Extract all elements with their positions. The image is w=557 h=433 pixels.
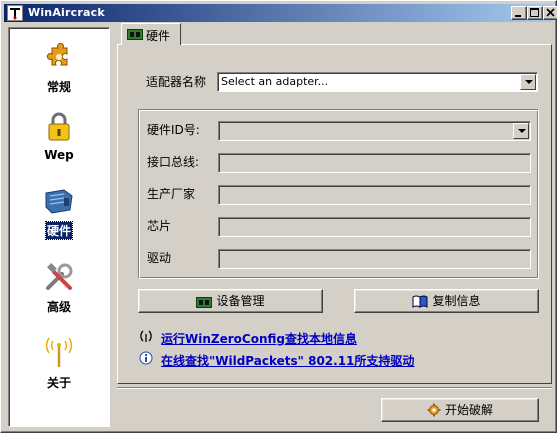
title-bar[interactable]: WinAircrack bbox=[4, 4, 557, 22]
sidebar-item-label: 常规 bbox=[46, 80, 71, 94]
main-window: WinAircrack 常规 Wep 硬件 高级 关于 硬件 适配器名称 Sel… bbox=[0, 0, 557, 433]
sidebar-item-label: 关于 bbox=[46, 376, 71, 390]
book-icon bbox=[412, 295, 428, 308]
chevron-down-icon[interactable] bbox=[513, 123, 529, 139]
board-icon bbox=[127, 29, 143, 40]
tab-hardware[interactable]: 硬件 bbox=[121, 23, 181, 45]
sidebar-item-general[interactable]: 常规 bbox=[9, 40, 109, 95]
adapter-select[interactable]: Select an adapter... bbox=[217, 72, 538, 92]
start-crack-button[interactable]: 开始破解 bbox=[381, 398, 539, 422]
tools-icon bbox=[46, 263, 73, 290]
minimize-icon bbox=[515, 15, 521, 17]
antenna-icon bbox=[45, 337, 73, 367]
puzzle-gear-icon bbox=[46, 42, 68, 66]
sidebar: 常规 Wep 硬件 高级 关于 bbox=[8, 27, 110, 427]
hardware-id-label: 硬件ID号: bbox=[147, 123, 200, 137]
gear-icon bbox=[427, 403, 441, 417]
sidebar-item-label: Wep bbox=[44, 148, 74, 162]
hardware-id-select[interactable] bbox=[218, 121, 531, 141]
padlock-icon bbox=[48, 112, 70, 141]
copy-info-button[interactable]: 复制信息 bbox=[354, 289, 539, 313]
online-search-link[interactable]: 在线查找"WildPackets" 802.11所支持驱动 bbox=[161, 352, 414, 369]
sidebar-item-hardware[interactable]: 硬件 bbox=[9, 184, 109, 240]
adapter-label: 适配器名称 bbox=[146, 75, 207, 89]
chip-label: 芯片 bbox=[147, 219, 172, 233]
close-icon bbox=[546, 8, 555, 17]
app-icon[interactable] bbox=[7, 5, 23, 21]
minimize-button[interactable] bbox=[511, 6, 527, 20]
adapter-select-value: Select an adapter... bbox=[221, 75, 329, 88]
separator bbox=[117, 387, 552, 389]
manufacturer-field[interactable] bbox=[218, 185, 531, 205]
interface-field[interactable] bbox=[218, 153, 531, 173]
maximize-button[interactable] bbox=[527, 6, 543, 20]
sidebar-item-label: 硬件 bbox=[44, 221, 74, 240]
device-manager-label: 设备管理 bbox=[216, 294, 265, 308]
chevron-down-icon[interactable] bbox=[520, 74, 536, 90]
network-card-icon bbox=[45, 189, 73, 214]
run-wzc-link[interactable]: 运行WinZeroConfig查找本地信息 bbox=[161, 330, 357, 347]
info-icon bbox=[139, 351, 153, 365]
interface-label: 接口总线: bbox=[147, 155, 200, 169]
driver-label: 驱动 bbox=[147, 251, 172, 265]
driver-field[interactable] bbox=[218, 249, 531, 269]
device-manager-button[interactable]: 设备管理 bbox=[138, 289, 323, 313]
maximize-icon bbox=[530, 8, 539, 17]
close-button[interactable] bbox=[543, 6, 557, 20]
chip-field[interactable] bbox=[218, 217, 531, 237]
sidebar-item-wep[interactable]: Wep bbox=[9, 110, 109, 162]
wireless-icon bbox=[140, 330, 152, 342]
sidebar-item-advanced[interactable]: 高级 bbox=[9, 260, 109, 315]
start-crack-label: 开始破解 bbox=[444, 403, 493, 417]
tab-label: 硬件 bbox=[146, 29, 171, 43]
window-title: WinAircrack bbox=[28, 6, 105, 19]
manufacturer-label: 生产厂家 bbox=[147, 187, 196, 201]
sidebar-item-label: 高级 bbox=[46, 300, 71, 314]
sidebar-item-about[interactable]: 关于 bbox=[9, 336, 109, 391]
copy-info-label: 复制信息 bbox=[432, 294, 481, 308]
board-icon bbox=[196, 297, 213, 308]
